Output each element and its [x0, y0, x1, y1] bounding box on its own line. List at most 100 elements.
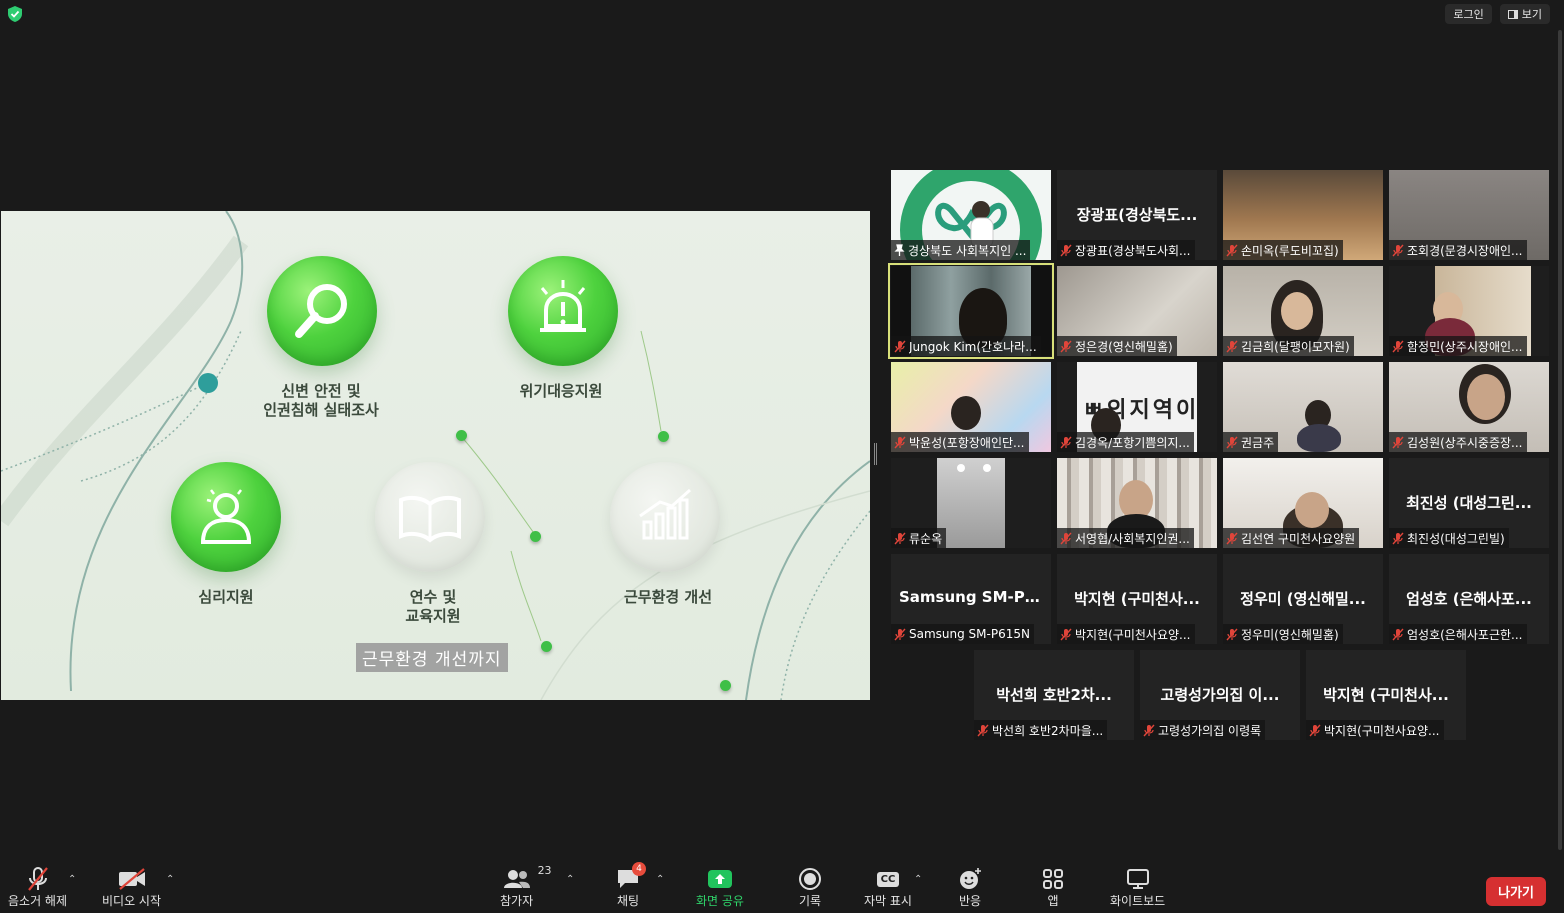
- video-tile[interactable]: 권금주: [1223, 362, 1383, 452]
- mic-muted-icon: [977, 724, 989, 736]
- participant-nameplate: Jungok Kim(간호나라...: [891, 336, 1041, 356]
- view-button[interactable]: 보기: [1499, 4, 1550, 24]
- shared-screen[interactable]: 신변 안전 및 인권침해 실태조사 위기대응지원 심리지원 연수 및 교육지원 …: [1, 211, 870, 700]
- participant-nameplate: 박윤성(포항장애인단...: [891, 432, 1029, 452]
- share-screen-button[interactable]: 화면 공유: [696, 866, 744, 909]
- participant-name: 김성원(상주시중증장...: [1407, 435, 1523, 450]
- apps-button[interactable]: 앱: [1042, 866, 1064, 909]
- video-tile[interactable]: Samsung SM-P6... Samsung SM-P615N: [891, 554, 1051, 644]
- video-tile[interactable]: 최진성 (대성그린... 최진성(대성그린빌): [1389, 458, 1549, 548]
- mic-muted-icon: [1226, 244, 1238, 256]
- participant-name: 류순옥: [909, 531, 943, 546]
- video-tile[interactable]: 김선연 구미천사요양원: [1223, 458, 1383, 548]
- captions-label: 자막 표시: [864, 894, 912, 908]
- participant-display-name: 박선희 호반2차...: [996, 686, 1112, 704]
- decor-dot: [541, 641, 552, 652]
- video-tile[interactable]: 정은경(영신해밀홈): [1057, 266, 1217, 356]
- start-video-button[interactable]: 비디오 시작: [102, 866, 161, 909]
- alarm-orb: [508, 256, 618, 366]
- video-tile[interactable]: 박지현 (구미천사... 박지현(구미천사요양...: [1306, 650, 1466, 740]
- participants-button[interactable]: 23 참가자: [500, 864, 552, 909]
- mic-muted-icon: [1392, 628, 1404, 640]
- apps-grid-icon: [1043, 869, 1063, 889]
- scrollbar[interactable]: [1558, 30, 1562, 850]
- video-tile[interactable]: 류순옥: [891, 458, 1051, 548]
- participants-label: 참가자: [500, 894, 534, 908]
- participant-nameplate: 권금주: [1223, 432, 1279, 452]
- video-tile[interactable]: 박선희 호반2차... 박선희 호반2차마을...: [974, 650, 1134, 740]
- participants-options-chevron-up-icon[interactable]: ⌃: [566, 874, 574, 885]
- participant-name: 박윤성(포항장애인단...: [909, 435, 1025, 450]
- video-tile[interactable]: 박지현 (구미천사... 박지현(구미천사요양...: [1057, 554, 1217, 644]
- mic-muted-icon: [1060, 340, 1072, 352]
- chat-button[interactable]: 4 채팅: [616, 862, 646, 909]
- video-tile[interactable]: 김금희(달팽이모자원): [1223, 266, 1383, 356]
- participant-display-name: 고령성가의집 이...: [1160, 686, 1280, 704]
- siren-icon: [540, 280, 586, 332]
- participant-name: 손미옥(루도비꼬집): [1241, 243, 1339, 258]
- participant-nameplate: 박선희 호반2차마을...: [974, 720, 1108, 740]
- whiteboard-icon: [1126, 869, 1149, 889]
- education-orb: [375, 462, 485, 572]
- participant-name: 김선연 구미천사요양원: [1241, 531, 1356, 546]
- growth-chart-icon: [639, 488, 691, 540]
- participant-nameplate: 류순옥: [891, 528, 947, 548]
- captions-options-chevron-up-icon[interactable]: ⌃: [914, 874, 922, 885]
- participant-nameplate: 엄성호(은해사포근한...: [1389, 624, 1527, 644]
- record-button[interactable]: 기록: [798, 866, 822, 909]
- video-tile[interactable]: 서영협/사회복지인권...: [1057, 458, 1217, 548]
- participant-display-name: 박지현 (구미천사...: [1323, 686, 1449, 704]
- video-tile[interactable]: 조회경(문경시장애인...: [1389, 170, 1549, 260]
- whiteboard-label: 화이트보드: [1110, 894, 1166, 908]
- video-tile[interactable]: 정우미 (영신해밀... 정우미(영신해밀홈): [1223, 554, 1383, 644]
- unmute-button[interactable]: 음소거 해제: [8, 866, 67, 909]
- video-tile[interactable]: 손미옥(루도비꼬집): [1223, 170, 1383, 260]
- video-tile[interactable]: 경상북도 사회복지인 ...: [891, 170, 1051, 260]
- closed-caption-icon: CC: [876, 871, 900, 887]
- video-tile[interactable]: 장광표(경상북도... 장광표(경상북도사회...: [1057, 170, 1217, 260]
- panel-splitter[interactable]: [874, 443, 877, 465]
- participant-name: 최진성(대성그린빌): [1407, 531, 1505, 546]
- video-tile[interactable]: 엄성호 (은해사포... 엄성호(은해사포근한...: [1389, 554, 1549, 644]
- label-work-env: 근무환경 개선: [623, 588, 713, 606]
- participant-nameplate: 박지현(구미천사요양...: [1057, 624, 1195, 644]
- mic-muted-icon: [1392, 532, 1404, 544]
- whiteboard-button[interactable]: 화이트보드: [1110, 866, 1165, 909]
- chat-label: 채팅: [616, 894, 640, 908]
- participant-name: 정우미(영신해밀홈): [1241, 627, 1339, 642]
- view-layout-icon: [1507, 9, 1518, 19]
- mic-muted-icon: [894, 628, 906, 640]
- decor-dot: [720, 680, 731, 691]
- login-button[interactable]: 로그인: [1445, 4, 1492, 24]
- participant-nameplate: 김경옥/포항기쁨의지...: [1057, 432, 1194, 452]
- magnifier-icon: [295, 284, 347, 338]
- video-tile[interactable]: 함정민(상주시장애인...: [1389, 266, 1549, 356]
- participant-name: Jungok Kim(간호나라...: [909, 339, 1037, 354]
- video-tile[interactable]: 박윤성(포항장애인단...: [891, 362, 1051, 452]
- reactions-button[interactable]: 반응: [958, 866, 982, 909]
- counseling-orb: [171, 462, 281, 572]
- chat-options-chevron-up-icon[interactable]: ⌃: [656, 874, 664, 885]
- decor-dot: [658, 431, 669, 442]
- participant-nameplate: 최진성(대성그린빌): [1389, 528, 1509, 548]
- captions-button[interactable]: CC 자막 표시: [864, 866, 912, 909]
- video-tile[interactable]: 고령성가의집 이... 고령성가의집 이령록: [1140, 650, 1300, 740]
- audio-options-chevron-up-icon[interactable]: ⌃: [68, 874, 76, 885]
- video-options-chevron-up-icon[interactable]: ⌃: [166, 874, 174, 885]
- leave-meeting-button[interactable]: 나가기: [1486, 877, 1546, 906]
- participant-name: 박선희 호반2차마을...: [992, 723, 1104, 738]
- reactions-label: 반응: [958, 894, 982, 908]
- security-shield-icon[interactable]: [8, 6, 22, 22]
- participant-name: 고령성가의집 이령록: [1158, 723, 1262, 738]
- mic-off-icon: [27, 867, 48, 891]
- smiley-plus-icon: [960, 868, 981, 889]
- mic-muted-icon: [1060, 436, 1072, 448]
- record-label: 기록: [798, 894, 822, 908]
- video-tile-active-speaker[interactable]: Jungok Kim(간호나라...: [888, 263, 1054, 359]
- video-tile[interactable]: ㅃ의지역이 김경옥/포항기쁨의지...: [1057, 362, 1217, 452]
- participant-name: 정은경(영신해밀홈): [1075, 339, 1173, 354]
- participant-name: 김금희(달팽이모자원): [1241, 339, 1350, 354]
- search-orb: [267, 256, 377, 366]
- participant-nameplate: 김성원(상주시중증장...: [1389, 432, 1527, 452]
- video-tile[interactable]: 김성원(상주시중증장...: [1389, 362, 1549, 452]
